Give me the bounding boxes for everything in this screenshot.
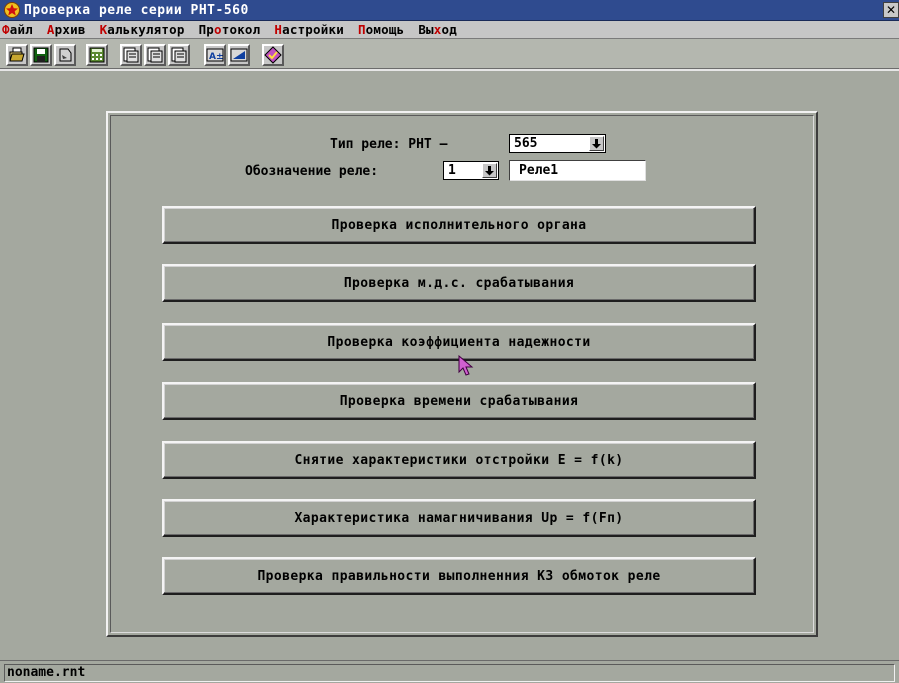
relay-designation-label: Обозначение реле: xyxy=(245,164,379,179)
toolbar: A± xyxy=(0,39,899,95)
check-short-circuit-windings-button[interactable]: Проверка правильности выполненния КЗ обм… xyxy=(162,557,756,595)
mouse-cursor-icon xyxy=(458,354,478,377)
menu-archive[interactable]: Архив xyxy=(47,22,86,37)
relay-type-label: Тип реле: РНТ – xyxy=(330,137,448,152)
check-executive-organ-button[interactable]: Проверка исполнительного органа xyxy=(162,206,756,244)
chevron-down-icon[interactable] xyxy=(482,163,497,178)
relay-type-select[interactable]: 565 xyxy=(509,134,606,153)
app-window: Проверка реле серии РНТ-560 ✕ Файл Архив… xyxy=(0,0,899,683)
menu-exit[interactable]: Выход xyxy=(418,22,457,37)
help-book-icon[interactable] xyxy=(262,44,284,66)
protocol-print-icon[interactable] xyxy=(120,44,142,66)
save-disk-icon[interactable] xyxy=(30,44,52,66)
window-title: Проверка реле серии РНТ-560 xyxy=(24,2,249,18)
chevron-down-icon[interactable] xyxy=(589,136,604,151)
menu-protocol[interactable]: Протокол xyxy=(199,22,261,37)
relay-type-value: 565 xyxy=(514,136,538,151)
menu-settings[interactable]: Настройки xyxy=(274,22,344,37)
calculator-icon[interactable] xyxy=(86,44,108,66)
title-bar[interactable]: Проверка реле серии РНТ-560 ✕ xyxy=(0,0,899,21)
svg-text:A±: A± xyxy=(209,52,224,62)
menu-bar: Файл Архив Калькулятор Протокол Настройк… xyxy=(0,21,899,39)
protocol-print-3-icon[interactable] xyxy=(168,44,190,66)
check-mds-operation-button[interactable]: Проверка м.д.с. срабатывания xyxy=(162,264,756,302)
export-icon[interactable] xyxy=(54,44,76,66)
check-operation-time-button[interactable]: Проверка времени срабатывания xyxy=(162,382,756,420)
status-bar: noname.rnt xyxy=(0,660,899,683)
detuning-characteristic-button[interactable]: Снятие характеристики отстройки E = f(k) xyxy=(162,441,756,479)
status-file-name: noname.rnt xyxy=(4,664,895,682)
menu-file[interactable]: Файл xyxy=(2,22,33,37)
menu-help[interactable]: Помощь xyxy=(358,22,404,37)
app-logo-icon xyxy=(4,2,20,18)
close-button[interactable]: ✕ xyxy=(883,2,899,18)
relay-designation-value: 1 xyxy=(448,163,456,178)
open-file-icon[interactable] xyxy=(6,44,28,66)
settings-font-icon[interactable]: A± xyxy=(204,44,226,66)
protocol-print-2-icon[interactable] xyxy=(144,44,166,66)
magnetization-characteristic-button[interactable]: Характеристика намагничивания Up = f(Fп) xyxy=(162,499,756,537)
relay-name-input[interactable]: Реле1 xyxy=(509,160,646,181)
settings-chart-icon[interactable] xyxy=(228,44,250,66)
relay-designation-select[interactable]: 1 xyxy=(443,161,499,180)
menu-calculator[interactable]: Калькулятор xyxy=(100,22,185,37)
